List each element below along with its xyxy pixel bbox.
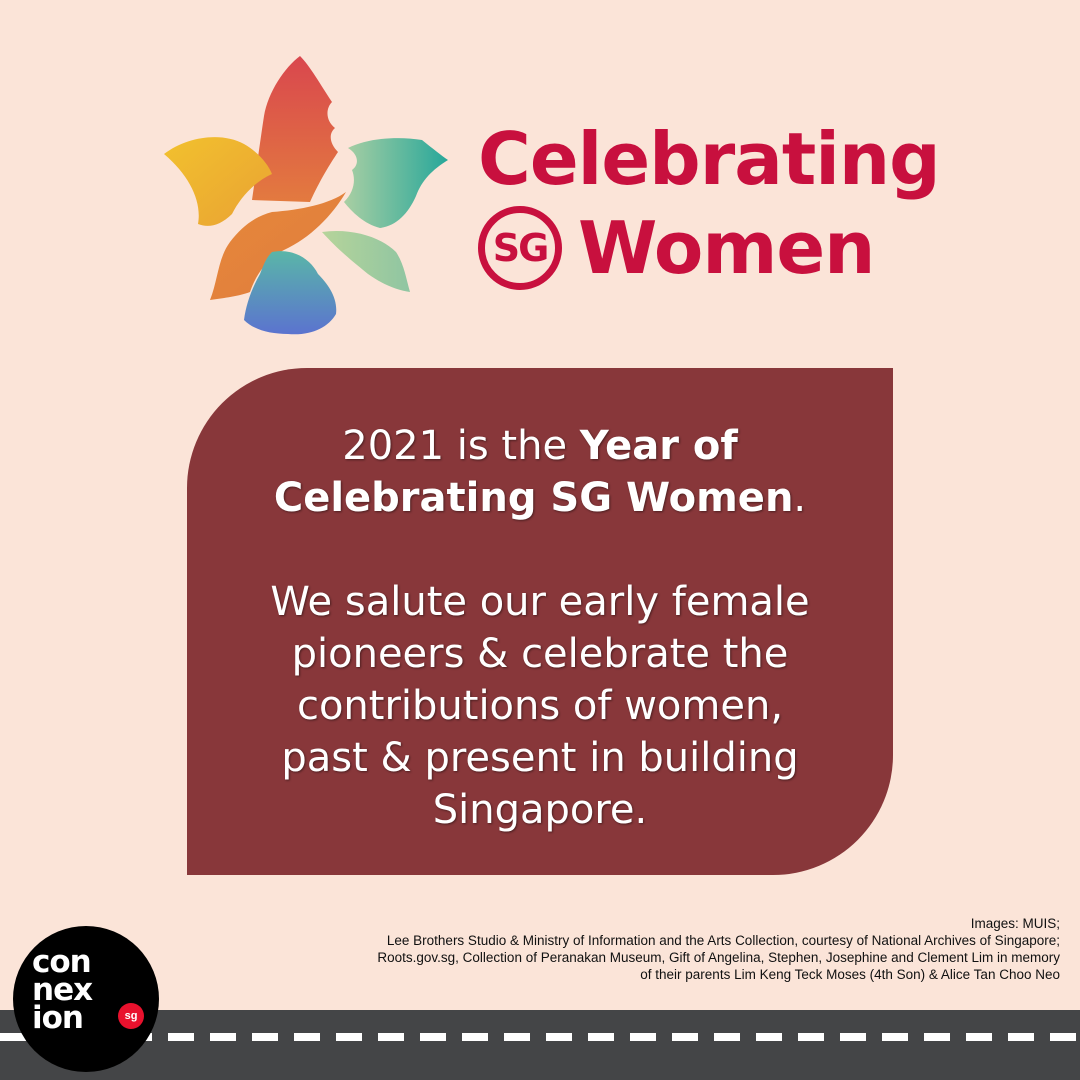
- year-statement: 2021 is the Year of Celebrating SG Women.: [247, 420, 833, 524]
- logo-title-line2: SG Women: [478, 206, 940, 290]
- salute-line: Singapore.: [432, 787, 648, 833]
- credit-line: Lee Brothers Studio & Ministry of Inform…: [386, 933, 1060, 948]
- road-lane-dashes: [0, 1033, 1080, 1041]
- message-panel: 2021 is the Year of Celebrating SG Women.…: [187, 368, 893, 875]
- logo-title-line1: Celebrating: [478, 117, 941, 201]
- petal-top: [252, 56, 338, 202]
- salute-line: contributions of women,: [296, 683, 784, 729]
- year-statement-bold-a: Year of: [579, 423, 738, 469]
- petal-lower-right: [322, 230, 410, 292]
- salute-line: We salute our early female: [270, 579, 810, 625]
- year-statement-bold-b: Celebrating SG Women: [273, 475, 794, 521]
- celebrating-sg-women-flower-logo: [164, 56, 448, 335]
- credit-line: Images: MUIS;: [970, 916, 1060, 931]
- sg-badge-text: SG: [492, 226, 550, 270]
- connexion-sg-dot: sg: [118, 1003, 144, 1029]
- salute-statement: We salute our early female pioneers & ce…: [227, 576, 853, 836]
- sg-circle-badge: SG: [478, 206, 562, 290]
- year-statement-post: .: [793, 475, 807, 521]
- logo-wordmark: Celebrating SG Women: [478, 117, 941, 290]
- petal-right: [344, 138, 448, 228]
- logo-title-women: Women: [578, 206, 875, 290]
- credit-line: of their parents Lim Keng Teck Moses (4t…: [640, 967, 1060, 982]
- credit-line: Roots.gov.sg, Collection of Peranakan Mu…: [377, 950, 1060, 965]
- salute-line: past & present in building: [281, 735, 799, 781]
- salute-line: pioneers & celebrate the: [291, 631, 789, 677]
- image-credits: Images: MUIS; Lee Brothers Studio & Mini…: [240, 915, 1060, 983]
- year-statement-pre: 2021 is the: [342, 423, 580, 469]
- road-strip: [0, 1010, 1080, 1080]
